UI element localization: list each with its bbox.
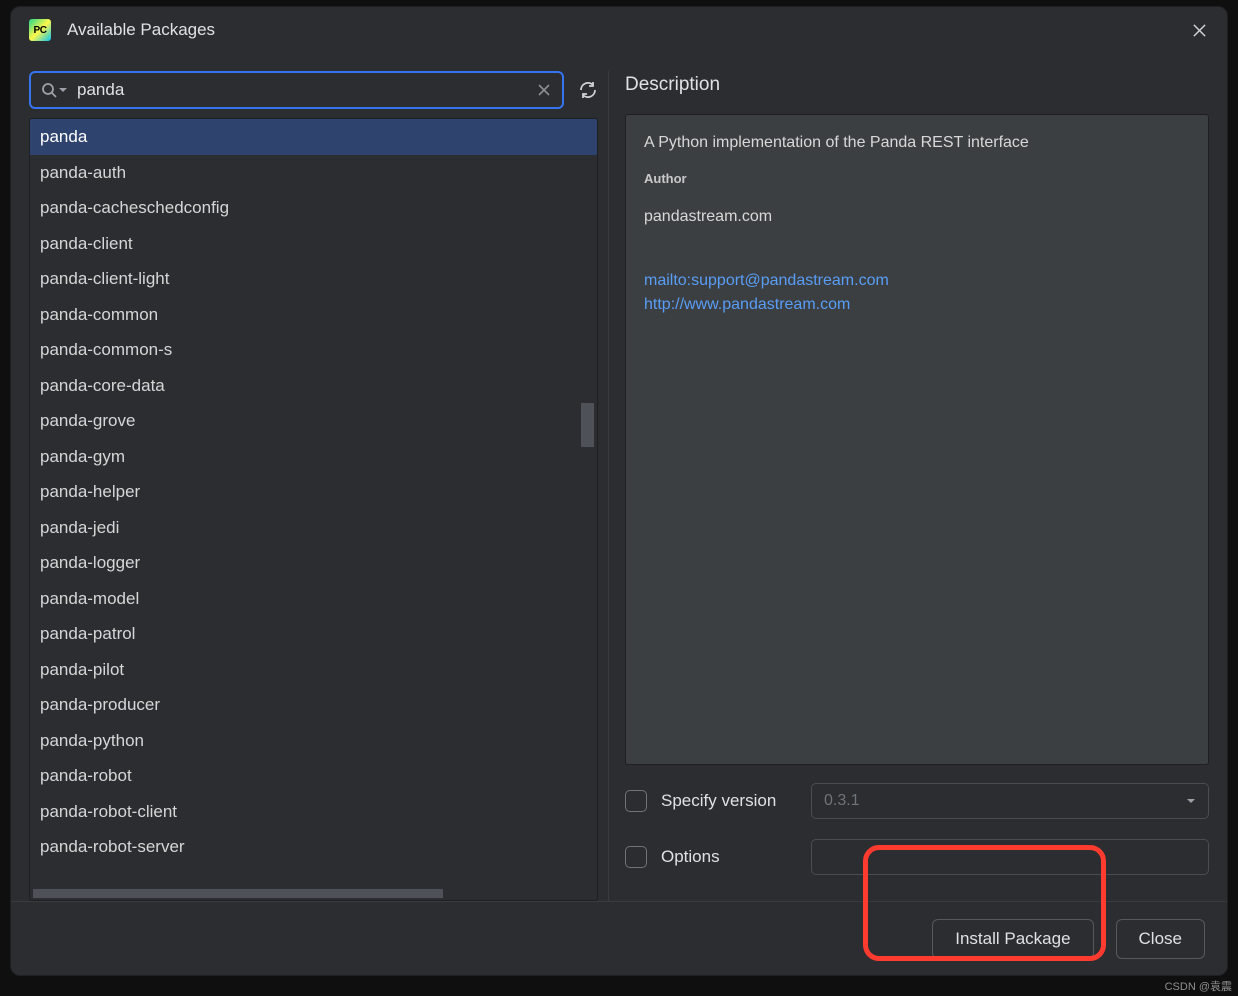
install-package-button[interactable]: Install Package <box>932 919 1093 959</box>
horizontal-scrollbar[interactable] <box>33 889 443 898</box>
left-pane: pandapanda-authpanda-cacheschedconfigpan… <box>29 71 609 901</box>
list-item[interactable]: panda-auth <box>30 155 597 191</box>
refresh-icon[interactable] <box>578 80 598 100</box>
list-item[interactable]: panda-helper <box>30 474 597 510</box>
list-item[interactable]: panda-client-light <box>30 261 597 297</box>
list-item[interactable]: panda-grove <box>30 403 597 439</box>
available-packages-dialog: PC Available Packages pandapanda-a <box>10 6 1228 976</box>
links-container: mailto:support@pandastream.comhttp://www… <box>644 269 1190 317</box>
description-link[interactable]: mailto:support@pandastream.com <box>644 269 1190 293</box>
right-pane: Description A Python implementation of t… <box>609 71 1209 901</box>
list-item[interactable]: panda-jedi <box>30 510 597 546</box>
search-row <box>29 71 598 109</box>
specify-version-checkbox[interactable] <box>625 790 647 812</box>
list-item[interactable]: panda-producer <box>30 687 597 723</box>
list-item[interactable]: panda-cacheschedconfig <box>30 190 597 226</box>
title-bar: PC Available Packages <box>11 7 1227 53</box>
vertical-scrollbar[interactable] <box>581 403 594 447</box>
watermark: CSDN @袁震 <box>1165 978 1232 994</box>
pycharm-icon: PC <box>29 19 51 41</box>
list-item[interactable]: panda-common <box>30 297 597 333</box>
author-name: pandastream.com <box>644 205 1190 229</box>
version-value: 0.3.1 <box>824 792 860 810</box>
package-list-container: pandapanda-authpanda-cacheschedconfigpan… <box>29 118 598 901</box>
package-list[interactable]: pandapanda-authpanda-cacheschedconfigpan… <box>30 119 597 900</box>
search-icon <box>41 82 57 98</box>
version-select[interactable]: 0.3.1 <box>811 783 1209 819</box>
search-input[interactable] <box>67 80 536 100</box>
list-item[interactable]: panda <box>30 119 597 155</box>
list-item[interactable]: panda-patrol <box>30 616 597 652</box>
options-input[interactable] <box>811 839 1209 875</box>
description-text: A Python implementation of the Panda RES… <box>644 131 1190 155</box>
list-item[interactable]: panda-python <box>30 723 597 759</box>
options-label: Options <box>661 847 811 867</box>
dialog-content: pandapanda-authpanda-cacheschedconfigpan… <box>11 53 1227 901</box>
list-item[interactable]: panda-core-data <box>30 368 597 404</box>
search-dropdown-icon[interactable] <box>59 86 67 94</box>
options-row: Options <box>625 839 1209 875</box>
clear-search-icon[interactable] <box>536 82 552 98</box>
list-item[interactable]: panda-robot <box>30 758 597 794</box>
chevron-down-icon <box>1186 796 1196 806</box>
list-item[interactable]: panda-pilot <box>30 652 597 688</box>
controls: Specify version 0.3.1 Options <box>625 765 1209 901</box>
specify-version-label: Specify version <box>661 791 811 811</box>
list-item[interactable]: panda-model <box>30 581 597 617</box>
author-label: Author <box>644 169 1190 189</box>
search-box[interactable] <box>29 71 564 109</box>
list-item[interactable]: panda-robot-server <box>30 829 597 865</box>
list-item[interactable]: panda-client <box>30 226 597 262</box>
description-link[interactable]: http://www.pandastream.com <box>644 293 1190 317</box>
close-button[interactable]: Close <box>1116 919 1205 959</box>
dialog-title: Available Packages <box>67 20 215 40</box>
list-item[interactable]: panda-robot-client <box>30 794 597 830</box>
description-heading: Description <box>625 74 1209 96</box>
description-box: A Python implementation of the Panda RES… <box>625 114 1209 765</box>
close-dialog-button[interactable] <box>1185 16 1213 44</box>
dialog-footer: Install Package Close <box>11 901 1227 975</box>
list-item[interactable]: panda-gym <box>30 439 597 475</box>
list-item[interactable]: panda-logger <box>30 545 597 581</box>
specify-version-row: Specify version 0.3.1 <box>625 783 1209 819</box>
close-icon <box>1192 23 1207 38</box>
options-checkbox[interactable] <box>625 846 647 868</box>
list-item[interactable]: panda-common-s <box>30 332 597 368</box>
